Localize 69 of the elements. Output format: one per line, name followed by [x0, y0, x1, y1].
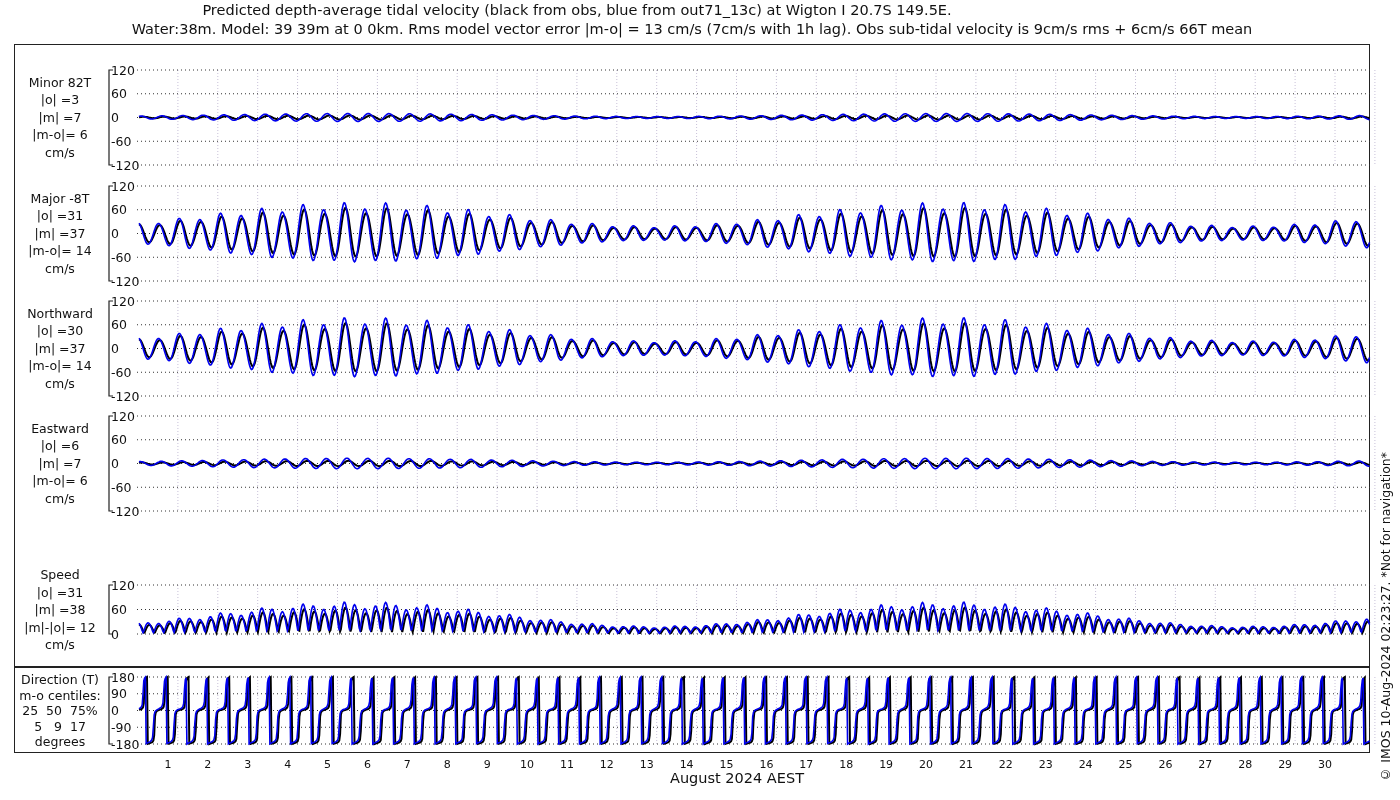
day-tick-label: 21	[958, 758, 973, 771]
day-tick-label: 22	[998, 758, 1013, 771]
day-tick-label: 6	[363, 758, 371, 771]
axis-tick-label: 60	[111, 317, 127, 333]
panel-label: Direction (T) m-o centiles: 25 50 75% 5 9 17 degrees	[18, 672, 102, 750]
axis-tick-label: 60	[111, 602, 127, 618]
day-tick-label: 23	[1038, 758, 1053, 771]
axis-tick-label: 0	[111, 703, 119, 719]
day-tick-label: 18	[839, 758, 854, 771]
axis-tick-label: -90	[111, 720, 132, 735]
axis-tick-label: 120	[111, 62, 135, 78]
day-tick-label: 24	[1078, 758, 1093, 771]
day-tick-label: 2	[204, 758, 212, 771]
day-tick-label: 25	[1118, 758, 1133, 771]
axis-tick-label: -60	[111, 133, 132, 149]
day-tick-label: 10	[520, 758, 535, 771]
panel-label: Eastward |o| =6 |m| =7 |m-o|= 6 cm/s	[30, 419, 90, 508]
panel-label: Speed |o| =31 |m| =38 |m|-|o|= 12 cm/s	[23, 566, 97, 654]
x-axis-title: August 2024 AEST	[670, 770, 804, 786]
day-tick-label: 4	[284, 758, 292, 771]
panel-label: Major -8T |o| =31 |m| =37 |m-o|= 14 cm/s	[27, 189, 93, 278]
panel-label: Northward |o| =30 |m| =37 |m-o|= 14 cm/s	[26, 304, 94, 393]
day-tick-label: 28	[1238, 758, 1253, 771]
day-tick-label: 17	[799, 758, 814, 771]
day-tick-label: 3	[244, 758, 252, 771]
day-tick-label: 8	[443, 758, 451, 771]
day-tick-label: 14	[679, 758, 694, 771]
axis-tick-label: -60	[111, 249, 132, 265]
axis-tick-label: 0	[111, 626, 119, 642]
day-tick-label: 12	[599, 758, 614, 771]
axis-tick-label: 120	[111, 178, 135, 194]
day-tick-label: 16	[759, 758, 774, 771]
axis-tick-label: -120	[111, 157, 140, 173]
day-tick-label: 30	[1318, 758, 1333, 771]
axis-tick-label: -120	[111, 503, 140, 519]
axis-tick-label: -120	[111, 273, 140, 289]
axis-tick-label: -60	[111, 479, 132, 495]
copyright-note: © IMOS 10-Aug-2024 02:23:27. *Not for navigation*	[1377, 452, 1393, 782]
day-tick-label: 19	[879, 758, 894, 771]
axis-tick-label: 60	[111, 202, 127, 218]
axis-tick-label: -60	[111, 364, 132, 380]
axis-tick-label: 0	[111, 110, 119, 125]
day-tick-label: 29	[1278, 758, 1293, 771]
day-tick-label: 5	[324, 758, 331, 771]
chart-title: Predicted depth-average tidal velocity (black from obs, blue from out71_13c) at Wigton I 20.7S 149.5E.	[202, 1, 953, 20]
axis-tick-label: -120	[111, 388, 140, 404]
day-tick-label: 9	[483, 758, 491, 771]
axis-tick-label: 60	[111, 86, 127, 102]
axis-tick-label: 0	[111, 456, 119, 471]
day-tick-label: 15	[719, 758, 734, 771]
axis-tick-label: -180	[111, 736, 140, 752]
panel-label: Minor 82T |o| =3 |m| =7 |m-o|= 6 cm/s	[27, 73, 93, 162]
day-tick-label: 7	[403, 758, 411, 771]
day-tick-label: 20	[919, 758, 934, 771]
day-tick-label: 26	[1158, 758, 1173, 771]
axis-tick-label: 120	[111, 577, 135, 593]
axis-tick-label: 90	[111, 686, 127, 702]
day-tick-label: 27	[1198, 758, 1213, 771]
axis-tick-label: 120	[111, 293, 135, 309]
chart-title: Water:38m. Model: 39 39m at 0 0km. Rms model vector error |m-o| = 13 cm/s (7cm/s with 1h lag). Obs sub-tidal velocity is 9cm/s rms + 6cm/s 66T mean	[131, 20, 1253, 39]
axis-tick-label: 0	[111, 226, 119, 241]
y-axis	[108, 584, 114, 635]
day-tick-label: 1	[164, 758, 172, 771]
axis-tick-label: 60	[111, 432, 127, 448]
day-tick-label: 13	[639, 758, 654, 771]
axis-tick-label: 0	[111, 341, 119, 356]
day-tick-label: 11	[559, 758, 574, 771]
axis-tick-label: 120	[111, 408, 135, 424]
axis-tick-label: 180	[111, 669, 135, 685]
